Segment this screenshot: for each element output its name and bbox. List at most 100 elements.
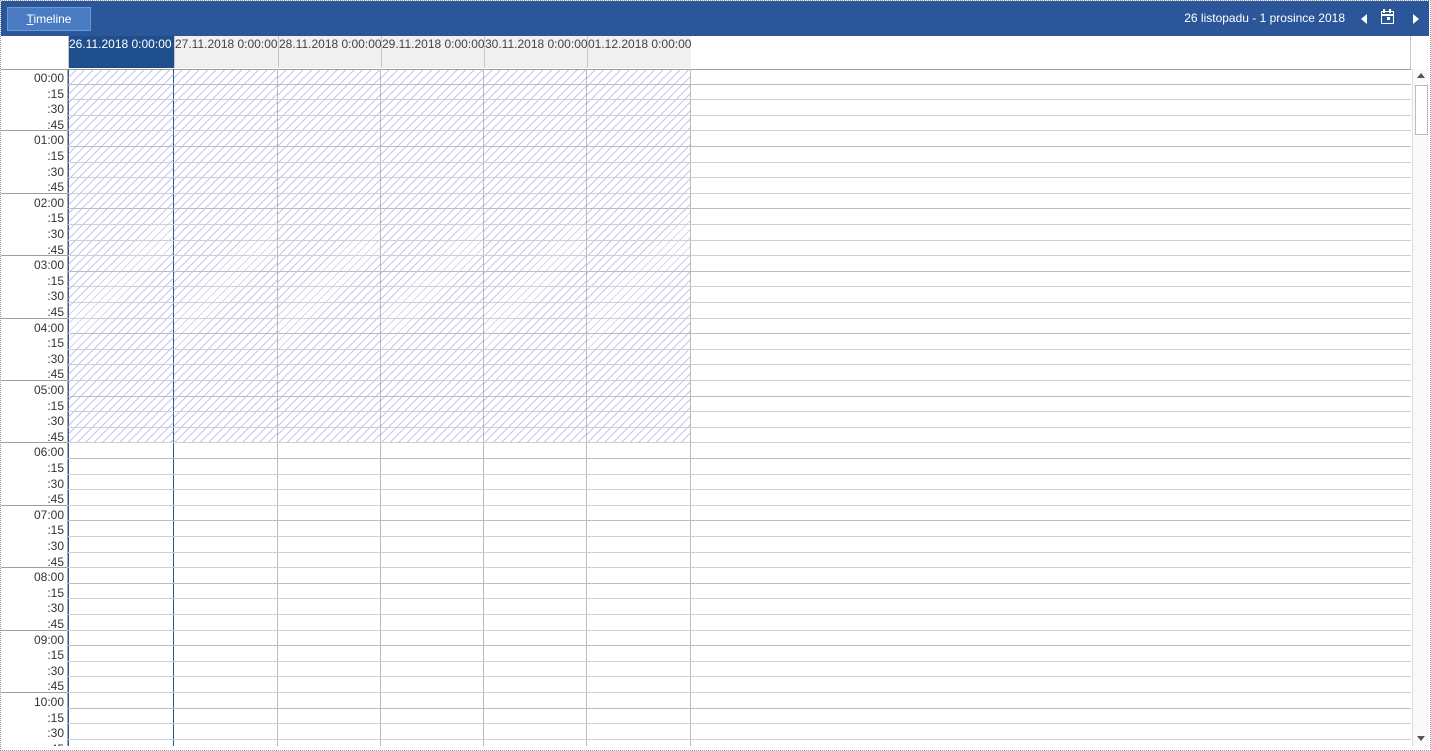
quarter-hour-label: :30	[47, 289, 64, 303]
column-header-label: 30.11.2018 0:00:00	[485, 37, 587, 51]
time-slot-gridline	[68, 115, 1411, 116]
time-slot-gridline	[68, 271, 1411, 272]
time-slot-gridline	[68, 396, 1411, 397]
column-header-label: 27.11.2018 0:00:00	[175, 37, 278, 51]
time-slot-gridline	[68, 302, 1411, 303]
scroll-down-arrow-icon[interactable]	[1413, 732, 1429, 746]
column-header-row: 26.11.2018 0:00:00 27.11.2018 0:00:00 28.1…	[1, 36, 1411, 70]
quarter-hour-label: :15	[47, 149, 64, 163]
quarter-hour-label: :15	[47, 399, 64, 413]
hour-label: 07:00	[33, 508, 64, 522]
time-slot-gridline	[68, 458, 1411, 459]
time-slot-gridline	[68, 130, 1411, 131]
quarter-hour-label: :45	[47, 679, 64, 693]
column-header-day-5[interactable]: 30.11.2018 0:00:00	[484, 36, 587, 68]
time-slot-gridline	[68, 146, 1411, 147]
scheduler-toolbar: Timeline 26 listopadu - 1 prosince 2018	[1, 1, 1429, 36]
hour-divider	[1, 130, 68, 131]
quarter-hour-label: :30	[47, 477, 64, 491]
quarter-hour-label: :45	[47, 492, 64, 506]
quarter-hour-label: :15	[47, 87, 64, 101]
calendar-ring-right	[1389, 9, 1391, 13]
time-slot-gridline	[68, 583, 1411, 584]
time-slot-gridline	[68, 442, 1411, 443]
hour-label: 08:00	[33, 570, 64, 584]
quarter-hour-label: :30	[47, 539, 64, 553]
next-period-button[interactable]	[1405, 9, 1425, 29]
quarter-hour-label: :15	[47, 211, 64, 225]
hour-divider	[1, 505, 68, 506]
quarter-hour-label: :45	[47, 305, 64, 319]
quarter-hour-label: :30	[47, 414, 64, 428]
calendar-ring-left	[1383, 9, 1385, 13]
hour-divider	[1, 380, 68, 381]
time-slot-gridline	[68, 286, 1411, 287]
quarter-hour-label: :30	[47, 227, 64, 241]
hour-divider	[1, 567, 68, 568]
column-header-day-6[interactable]: 01.12.2018 0:00:00	[587, 36, 691, 68]
nonworking-hours-hatch	[174, 69, 278, 443]
time-slot-gridline	[68, 208, 1411, 209]
time-slot-gridline	[68, 177, 1411, 178]
time-slot-gridline	[68, 708, 1411, 709]
time-slot-gridline	[68, 614, 1411, 615]
quarter-hour-label: :15	[47, 461, 64, 475]
scroll-thumb[interactable]	[1415, 85, 1428, 135]
time-slot-gridline	[68, 333, 1411, 334]
triangle-left-icon	[1361, 14, 1367, 24]
time-slot-gridline	[68, 567, 1411, 568]
time-slot-gridline	[68, 364, 1411, 365]
quarter-hour-label: :45	[47, 180, 64, 194]
quarter-hour-label: :45	[47, 367, 64, 381]
time-slot-gridline	[68, 84, 1411, 85]
hour-divider	[1, 193, 68, 194]
column-header-day-4[interactable]: 29.11.2018 0:00:00	[381, 36, 484, 68]
timeline-view-button[interactable]: Timeline	[7, 7, 91, 31]
quarter-hour-label: :30	[47, 165, 64, 179]
time-ruler: 00:00:15:30:45 01:00:15:30:45 02:00:15:30:…	[1, 69, 68, 746]
time-slot-gridline	[68, 99, 1411, 100]
header-scroll-gap	[1410, 36, 1429, 69]
time-slot-gridline	[68, 411, 1411, 412]
scroll-up-arrow-icon[interactable]	[1413, 69, 1429, 83]
time-slot-gridline	[68, 474, 1411, 475]
column-header-label: 29.11.2018 0:00:00	[382, 37, 484, 51]
time-slot-gridline	[68, 630, 1411, 631]
calendar-icon	[1380, 9, 1394, 24]
hour-label: 03:00	[33, 258, 64, 272]
previous-period-button[interactable]	[1355, 9, 1375, 29]
hour-divider	[1, 630, 68, 631]
date-range-label: 26 listopadu - 1 prosince 2018	[1184, 11, 1345, 25]
quarter-hour-label: :15	[47, 711, 64, 725]
nonworking-hours-hatch	[381, 69, 484, 443]
quarter-hour-label: :30	[47, 664, 64, 678]
time-slot-gridline	[68, 739, 1411, 740]
column-header-day-1[interactable]: 26.11.2018 0:00:00	[68, 36, 174, 68]
time-slot-gridline	[68, 380, 1411, 381]
time-slot-gridline	[68, 489, 1411, 490]
vertical-scrollbar[interactable]	[1412, 69, 1429, 746]
column-header-day-3[interactable]: 28.11.2018 0:00:00	[278, 36, 381, 68]
hour-label: 06:00	[33, 445, 64, 459]
calendar-picker-button[interactable]	[1378, 9, 1398, 29]
time-slot-gridline	[68, 536, 1411, 537]
hour-divider	[1, 442, 68, 443]
hour-label: 05:00	[33, 383, 64, 397]
quarter-hour-label: :45	[1, 742, 64, 746]
hour-label: 04:00	[33, 321, 64, 335]
triangle-right-icon	[1413, 14, 1419, 24]
hour-label: 01:00	[33, 133, 64, 147]
time-slot-gridline	[68, 162, 1411, 163]
time-slot-gridline	[68, 505, 1411, 506]
column-header-label: 01.12.2018 0:00:00	[588, 37, 691, 51]
time-slot-gridline	[68, 552, 1411, 553]
quarter-hour-label: :15	[47, 274, 64, 288]
time-slot-gridline	[68, 520, 1411, 521]
time-slot-gridline	[68, 676, 1411, 677]
column-header-day-2[interactable]: 27.11.2018 0:00:00	[174, 36, 278, 68]
time-slot-gridline	[68, 224, 1411, 225]
hour-label: 02:00	[33, 196, 64, 210]
quarter-hour-label: :15	[47, 336, 64, 350]
header-corner	[1, 36, 69, 68]
nonworking-hours-hatch	[68, 69, 174, 443]
